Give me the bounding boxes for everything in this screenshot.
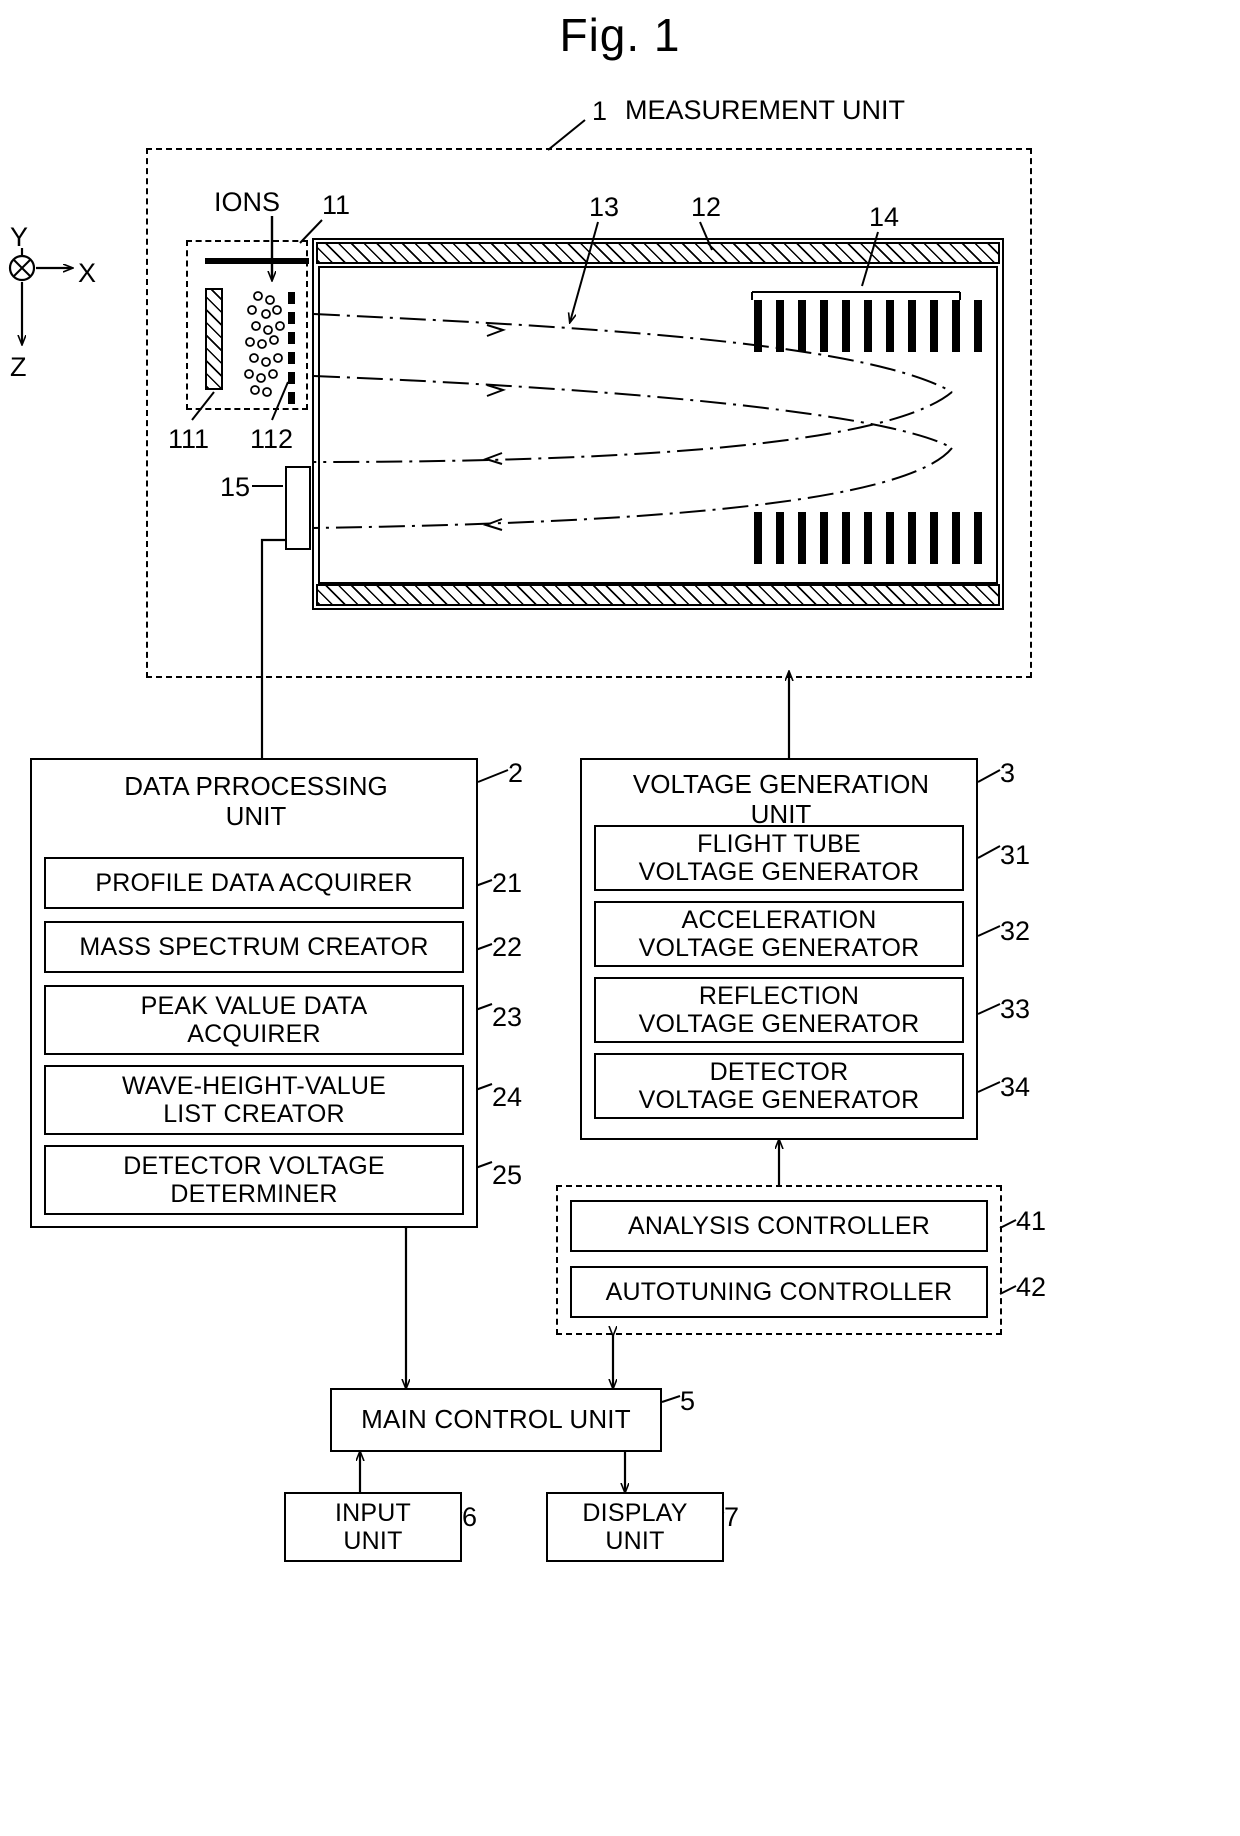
block-mass-spectrum-creator[interactable]: MASS SPECTRUM CREATOR	[44, 921, 464, 973]
block-peak-value-data-acquirer-label: PEAK VALUE DATA ACQUIRER	[140, 992, 368, 1048]
callout-7-number: 7	[724, 1502, 740, 1532]
axis-label-x: X	[78, 258, 97, 288]
callout-25-number: 25	[492, 1160, 523, 1190]
callout-24-number: 24	[492, 1082, 523, 1112]
callout-2-number: 2	[508, 758, 524, 788]
callout-5-number: 5	[680, 1386, 696, 1416]
flight-tube-wall-bottom	[316, 584, 1000, 606]
flight-tube-chamber	[318, 266, 998, 584]
block-input-unit-label: INPUT UNIT	[335, 1499, 411, 1555]
block-profile-data-acquirer[interactable]: PROFILE DATA ACQUIRER	[44, 857, 464, 909]
patent-figure-page: Fig. 1 1 MEASUREMENT UNIT Y X Z IONS 11 …	[0, 0, 1240, 1836]
block-wave-height-value-list-creator[interactable]: WAVE-HEIGHT-VALUE LIST CREATOR	[44, 1065, 464, 1135]
block-main-control-unit-label: MAIN CONTROL UNIT	[361, 1404, 631, 1435]
voltage-generation-unit-title: VOLTAGE GENERATION UNIT	[582, 769, 980, 830]
callout-21-number: 21	[492, 868, 523, 898]
block-acceleration-voltage-generator-label: ACCELERATION VOLTAGE GENERATOR	[638, 906, 920, 962]
vgu-title-line1: VOLTAGE GENERATION	[632, 769, 930, 799]
extraction-electrode-bar	[205, 258, 309, 264]
axis-label-z: Z	[10, 352, 27, 382]
block-mass-spectrum-creator-label: MASS SPECTRUM CREATOR	[79, 933, 429, 961]
figure-title: Fig. 1	[559, 9, 681, 61]
axis-origin-circle	[8, 254, 36, 282]
block-main-control-unit[interactable]: MAIN CONTROL UNIT	[330, 1388, 662, 1452]
flight-tube-wall-top	[316, 242, 1000, 264]
callout-41-number: 41	[1016, 1206, 1047, 1236]
block-detector-voltage-generator[interactable]: DETECTOR VOLTAGE GENERATOR	[594, 1053, 964, 1119]
callout-31-number: 31	[1000, 840, 1031, 870]
block-analysis-controller-label: ANALYSIS CONTROLLER	[627, 1212, 931, 1240]
callout-1-label: MEASUREMENT UNIT	[625, 95, 906, 125]
sample-plate	[205, 288, 223, 390]
block-detector-voltage-determiner[interactable]: DETECTOR VOLTAGE DETERMINER	[44, 1145, 464, 1215]
callout-23-number: 23	[492, 1002, 523, 1032]
block-reflection-voltage-generator-label: REFLECTION VOLTAGE GENERATOR	[638, 982, 920, 1038]
callout-3-number: 3	[1000, 758, 1016, 788]
callout-1-number: 1	[592, 96, 608, 126]
callout-22-number: 22	[492, 932, 523, 962]
block-detector-voltage-determiner-label: DETECTOR VOLTAGE DETERMINER	[123, 1152, 385, 1208]
callout-34-number: 34	[1000, 1072, 1031, 1102]
block-peak-value-data-acquirer[interactable]: PEAK VALUE DATA ACQUIRER	[44, 985, 464, 1055]
callout-33-number: 33	[1000, 994, 1031, 1024]
dpu-title-line2: UNIT	[225, 800, 287, 831]
callout-6-number: 6	[462, 1502, 478, 1532]
block-display-unit-label: DISPLAY UNIT	[582, 1499, 688, 1555]
block-flight-tube-voltage-generator[interactable]: FLIGHT TUBE VOLTAGE GENERATOR	[594, 825, 964, 891]
data-processing-unit-title: DATA PRROCESSING UNIT	[32, 771, 480, 832]
block-detector-voltage-generator-label: DETECTOR VOLTAGE GENERATOR	[638, 1058, 920, 1114]
block-flight-tube-voltage-generator-label: FLIGHT TUBE VOLTAGE GENERATOR	[638, 830, 920, 886]
block-autotuning-controller[interactable]: AUTOTUNING CONTROLLER	[570, 1266, 988, 1318]
detector	[285, 466, 311, 550]
block-reflection-voltage-generator[interactable]: REFLECTION VOLTAGE GENERATOR	[594, 977, 964, 1043]
dpu-title-line1: DATA PRROCESSING	[124, 771, 388, 801]
block-analysis-controller[interactable]: ANALYSIS CONTROLLER	[570, 1200, 988, 1252]
block-profile-data-acquirer-label: PROFILE DATA ACQUIRER	[95, 869, 413, 897]
block-display-unit[interactable]: DISPLAY UNIT	[546, 1492, 724, 1562]
callout-32-number: 32	[1000, 916, 1031, 946]
block-wave-height-value-list-creator-label: WAVE-HEIGHT-VALUE LIST CREATOR	[121, 1072, 387, 1128]
callout-42-number: 42	[1016, 1272, 1047, 1302]
axis-label-y: Y	[10, 222, 29, 252]
block-autotuning-controller-label: AUTOTUNING CONTROLLER	[605, 1278, 953, 1306]
block-input-unit[interactable]: INPUT UNIT	[284, 1492, 462, 1562]
block-acceleration-voltage-generator[interactable]: ACCELERATION VOLTAGE GENERATOR	[594, 901, 964, 967]
